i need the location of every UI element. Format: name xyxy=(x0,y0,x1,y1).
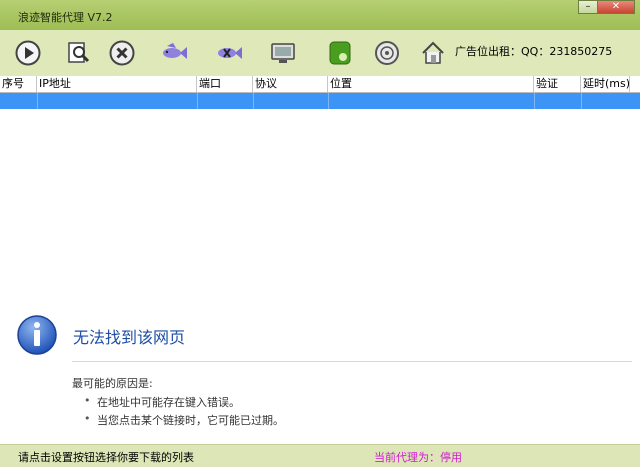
fish-x-icon xyxy=(218,47,242,59)
row-separator xyxy=(534,93,535,109)
info-icon xyxy=(17,315,57,355)
stop-icon xyxy=(109,40,135,66)
column-header-ip[interactable]: IP地址 xyxy=(37,76,197,92)
column-header-port[interactable]: 端口 xyxy=(197,76,253,92)
title-bar: 浪迹智能代理 V7.2 – ✕ xyxy=(0,0,640,30)
search-document-icon xyxy=(68,42,90,63)
home-icon xyxy=(422,41,444,64)
row-separator xyxy=(197,93,198,109)
home-button[interactable] xyxy=(419,39,447,67)
status-hint: 请点击设置按钮选择你要下载的列表 xyxy=(18,451,194,464)
play-icon xyxy=(15,40,41,66)
minimize-icon: – xyxy=(585,1,591,12)
row-separator xyxy=(253,93,254,109)
close-button[interactable]: ✕ xyxy=(597,0,635,14)
proxy-status: 当前代理为：停用 xyxy=(374,451,462,464)
green-app-button[interactable] xyxy=(326,39,354,67)
disc-button[interactable] xyxy=(373,39,401,67)
table-row[interactable] xyxy=(0,93,640,109)
column-header-index[interactable]: 序号 xyxy=(0,76,37,92)
monitor-icon xyxy=(271,43,295,63)
row-separator xyxy=(581,93,582,109)
column-header-location[interactable]: 位置 xyxy=(328,76,534,92)
green-app-icon xyxy=(329,41,351,65)
start-button[interactable] xyxy=(14,39,42,67)
row-separator xyxy=(37,93,38,109)
row-separator xyxy=(328,93,329,109)
reasons-heading: 最可能的原因是: xyxy=(72,377,153,390)
stop-button[interactable] xyxy=(108,39,136,67)
monitor-button[interactable] xyxy=(269,39,297,67)
minimize-button[interactable]: – xyxy=(578,0,598,14)
ad-text: 广告位出租：QQ：231850275 xyxy=(455,45,613,58)
table-header: 序号 IP地址 端口 协议 位置 验证 延时(ms) xyxy=(0,76,640,93)
window-title: 浪迹智能代理 V7.2 xyxy=(18,11,113,24)
fish-x-button[interactable] xyxy=(213,39,243,67)
reason-item: 在地址中可能存在键入错误。 xyxy=(84,394,240,410)
disc-icon xyxy=(375,41,399,65)
column-header-protocol[interactable]: 协议 xyxy=(253,76,328,92)
column-header-latency[interactable]: 延时(ms) xyxy=(581,76,630,92)
error-divider xyxy=(72,361,632,362)
fish-icon xyxy=(163,43,187,59)
fish-button[interactable] xyxy=(158,39,188,67)
reason-item: 当您点击某个链接时，它可能已过期。 xyxy=(84,412,284,428)
column-header-verify[interactable]: 验证 xyxy=(534,76,581,92)
status-bar: 请点击设置按钮选择你要下载的列表 当前代理为：停用 xyxy=(0,444,640,467)
close-icon: ✕ xyxy=(611,1,621,12)
search-button[interactable] xyxy=(64,39,92,67)
toolbar: 广告位出租：QQ：231850275 xyxy=(0,30,640,77)
error-title: 无法找到该网页 xyxy=(73,328,186,347)
